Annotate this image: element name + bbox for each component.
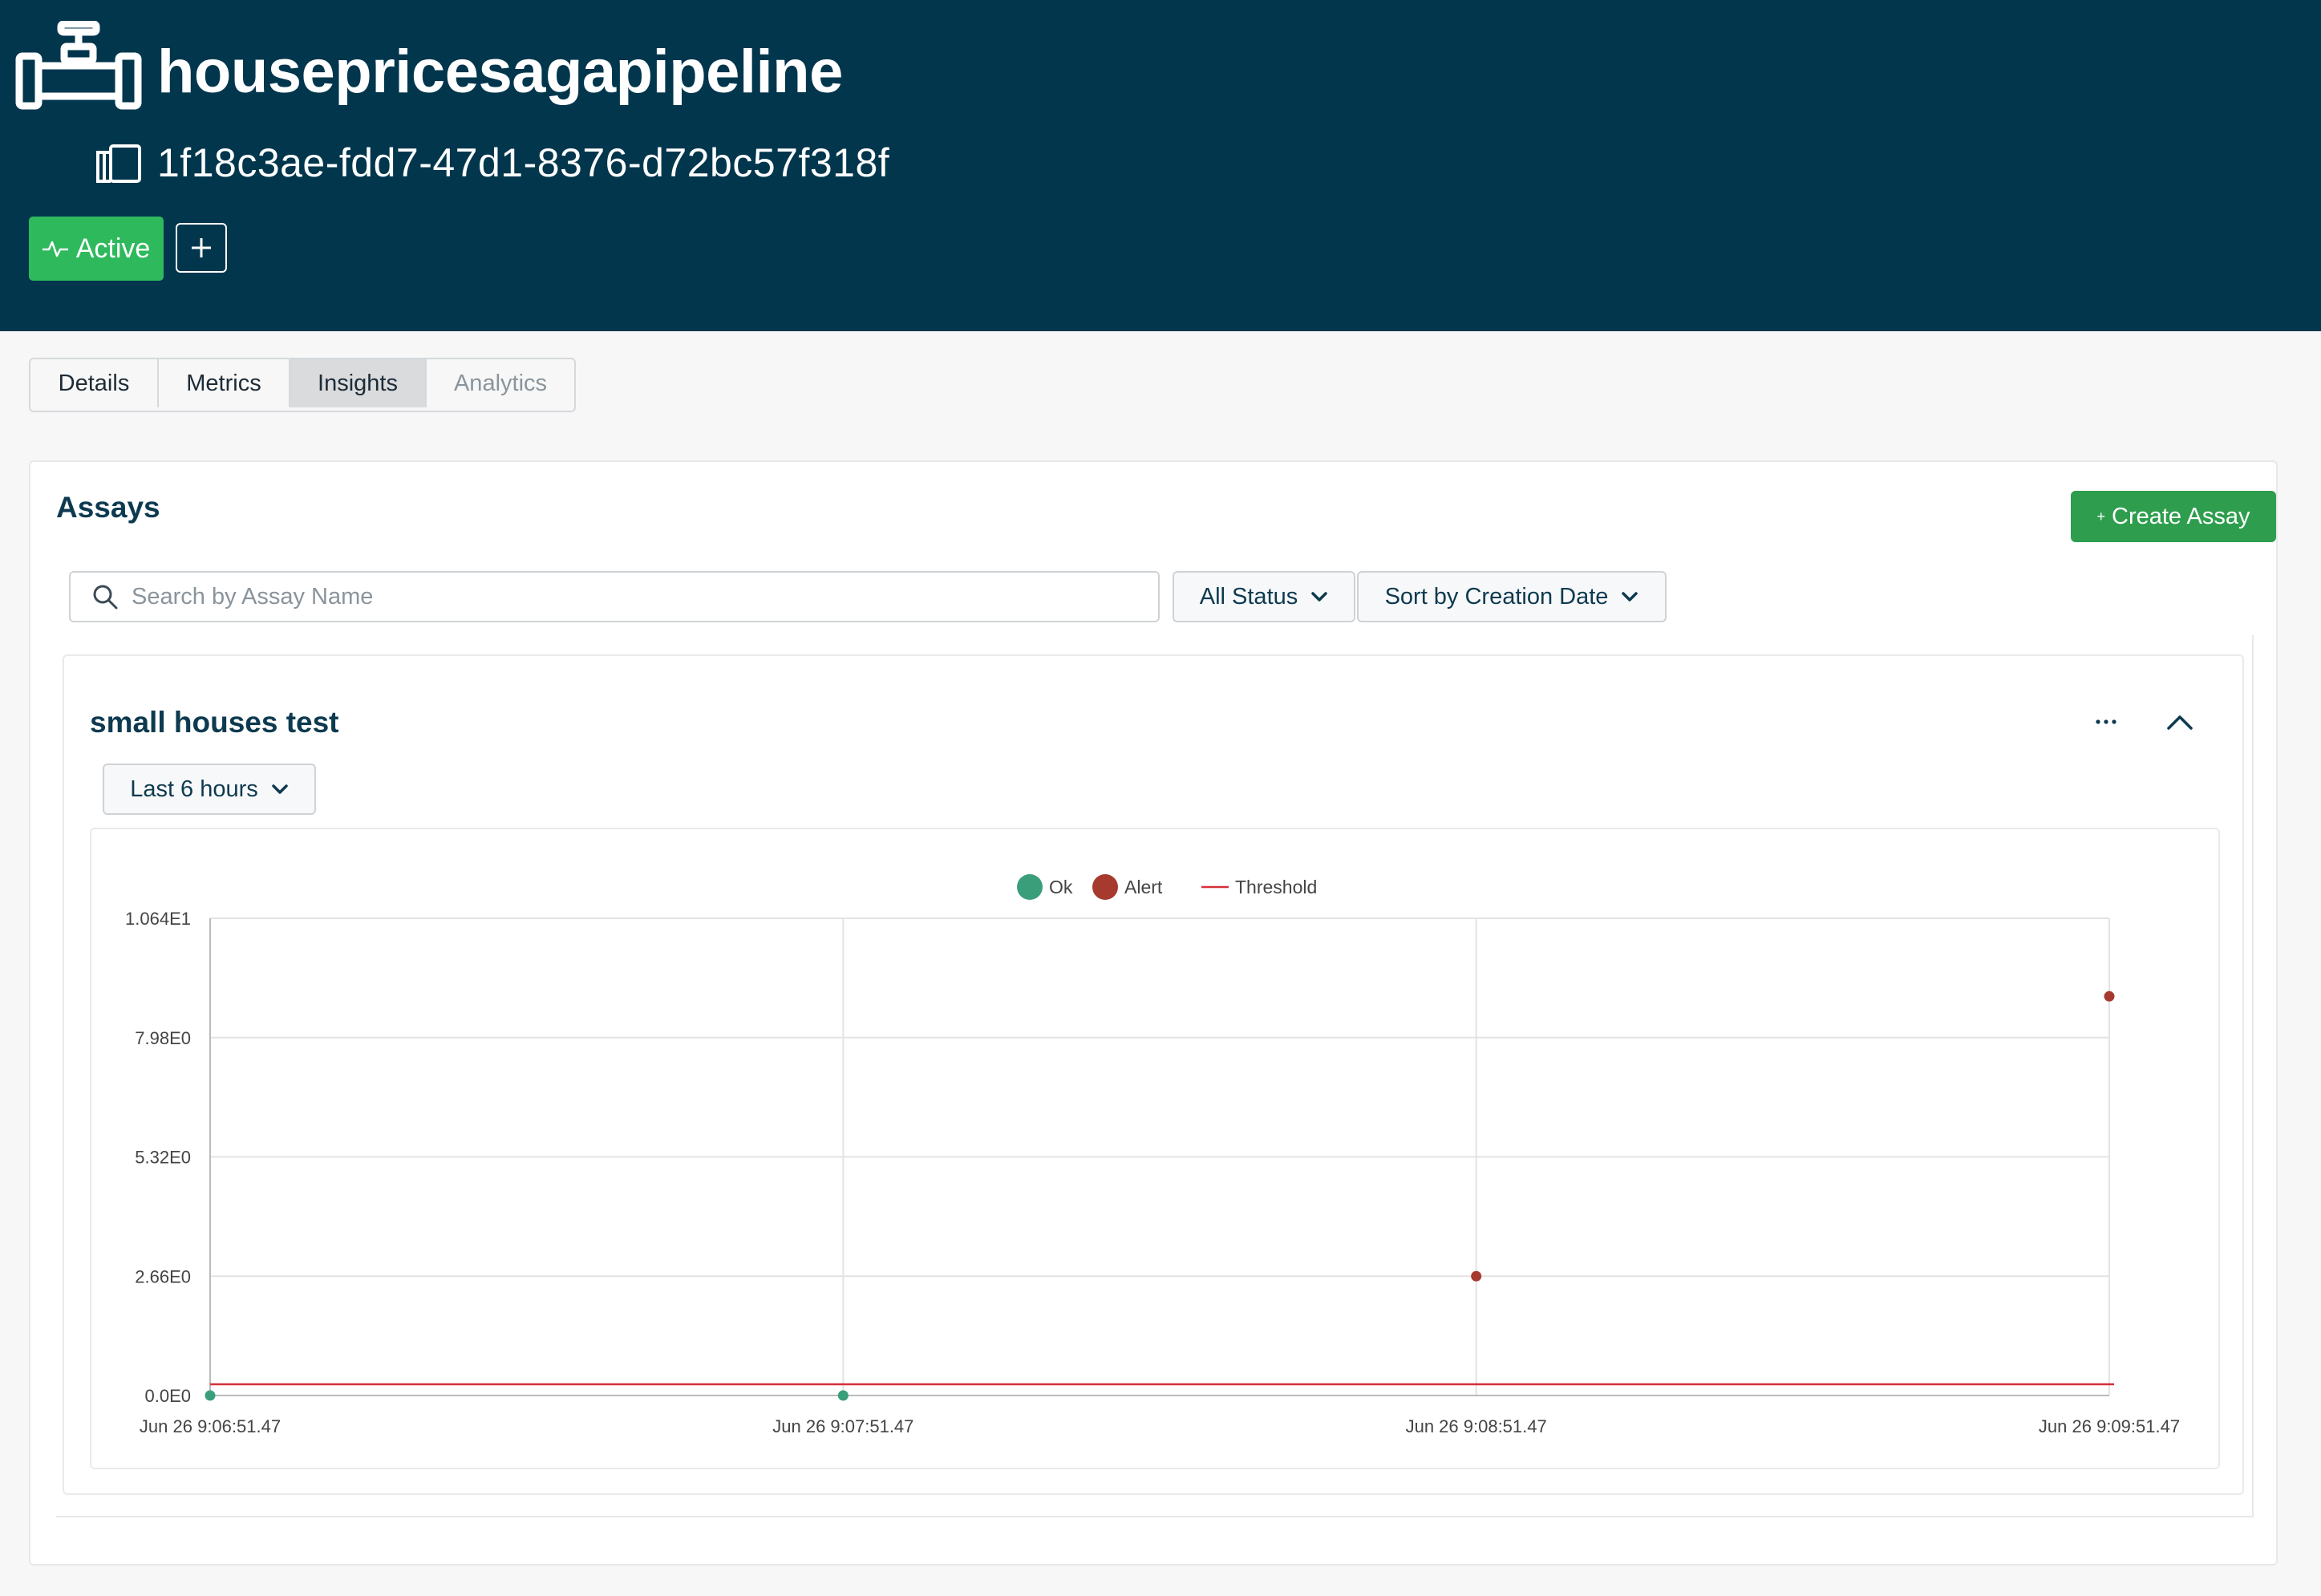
x-tick-label: Jun 26 9:06:51.47 <box>140 1416 281 1436</box>
x-tick-label: Jun 26 9:07:51.47 <box>772 1416 913 1436</box>
assay-name: small houses test <box>90 706 339 739</box>
alert-point <box>1471 1270 1482 1282</box>
tab-insights[interactable]: Insights <box>290 359 427 407</box>
chevron-down-icon <box>1622 592 1638 602</box>
ok-point <box>837 1390 849 1401</box>
pipe-icon <box>15 21 142 110</box>
list-divider <box>56 1516 2254 1517</box>
tab-analytics[interactable]: Analytics <box>427 359 574 407</box>
chevron-down-icon <box>1311 592 1327 602</box>
y-tick-label: 5.32E0 <box>135 1148 191 1168</box>
sort-label: Sort by Creation Date <box>1384 583 1609 610</box>
chevron-up-icon[interactable] <box>2162 706 2197 738</box>
status-filter-dropdown[interactable]: All Status <box>1173 571 1355 622</box>
y-tick-label: 7.98E0 <box>135 1028 191 1048</box>
activity-icon <box>42 241 68 257</box>
tab-details[interactable]: Details <box>30 359 159 407</box>
time-range-label: Last 6 hours <box>130 776 258 802</box>
y-tick-label: 1.064E1 <box>125 909 191 929</box>
create-assay-label: Create Assay <box>2112 503 2250 529</box>
y-tick-label: 0.0E0 <box>145 1386 192 1406</box>
plus-icon: + <box>2096 508 2106 525</box>
tab-bar: Details Metrics Insights Analytics <box>29 358 576 412</box>
list-scrollbar[interactable] <box>2252 635 2254 1517</box>
ok-point <box>205 1390 216 1401</box>
pipeline-header: housepricesagapipeline 1f18c3ae-fdd7-47d… <box>0 0 2321 331</box>
sort-dropdown[interactable]: Sort by Creation Date <box>1357 571 1667 622</box>
x-tick-label: Jun 26 9:09:51.47 <box>2039 1416 2180 1436</box>
plus-icon <box>192 238 211 257</box>
status-active-button[interactable]: Active <box>29 217 164 281</box>
more-options-icon[interactable] <box>2090 706 2122 738</box>
legend-marker-ok <box>1017 874 1043 900</box>
assay-chart: 1.064E1 7.98E0 5.32E0 2.66E0 0.0E0 Jun 26 9:0… <box>125 874 2180 1436</box>
assays-title: Assays <box>56 491 160 524</box>
add-button[interactable] <box>176 223 227 273</box>
y-tick-label: 2.66E0 <box>135 1266 191 1286</box>
create-assay-button[interactable]: + Create Assay <box>2071 491 2276 542</box>
legend-label: Threshold <box>1235 877 1317 897</box>
status-label: Active <box>75 233 151 264</box>
time-range-dropdown[interactable]: Last 6 hours <box>103 764 316 815</box>
legend-label: Alert <box>1124 877 1163 897</box>
search-box <box>69 571 1160 622</box>
copy-icon[interactable] <box>93 143 143 184</box>
legend-marker-alert <box>1092 874 1118 900</box>
search-icon <box>93 585 118 610</box>
legend-label: Ok <box>1049 877 1073 897</box>
pipeline-title: housepricesagapipeline <box>157 38 843 106</box>
tab-metrics[interactable]: Metrics <box>159 359 290 407</box>
search-input[interactable] <box>130 582 1096 611</box>
pipeline-id: 1f18c3ae-fdd7-47d1-8376-d72bc57f318f <box>157 140 890 185</box>
alert-point <box>2104 990 2115 1002</box>
status-filter-label: All Status <box>1199 583 1298 610</box>
x-tick-label: Jun 26 9:08:51.47 <box>1406 1416 1547 1436</box>
chevron-down-icon <box>272 784 288 794</box>
